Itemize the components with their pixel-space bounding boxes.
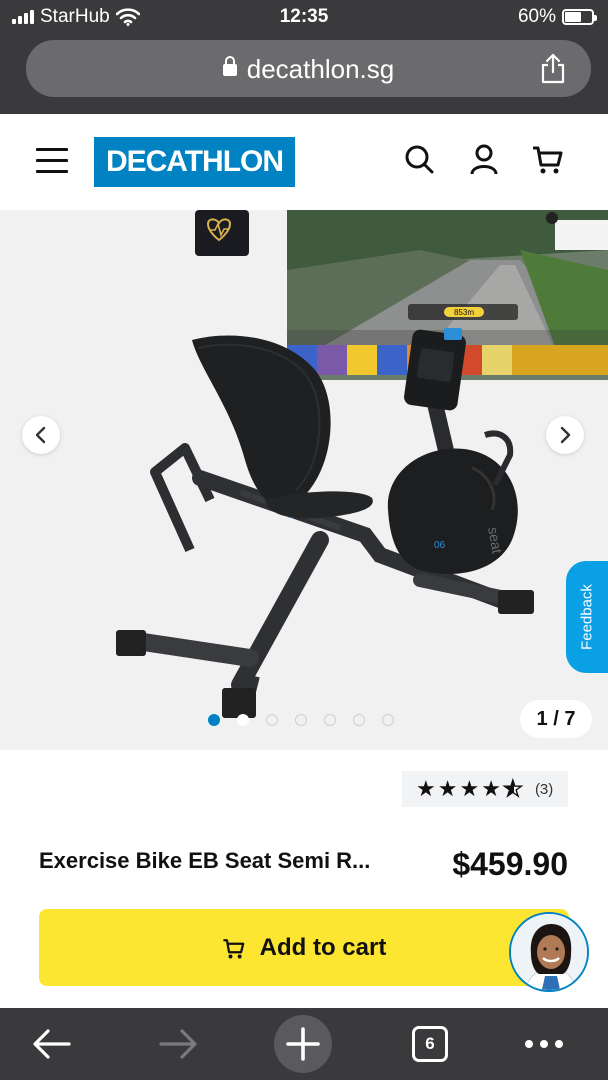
battery-icon: [562, 9, 597, 25]
assistant-portrait: [511, 914, 587, 990]
add-to-cart-label: Add to cart: [259, 933, 387, 961]
add-to-cart-button[interactable]: Add to cart: [39, 909, 569, 986]
more-options-button[interactable]: [518, 1020, 570, 1068]
cart-icon: [223, 938, 244, 958]
tabs-button[interactable]: 6: [408, 1020, 452, 1068]
screen-readout: 853m: [454, 308, 474, 317]
exercise-bike: 06 seat: [116, 328, 534, 718]
logo-text: DECATHLON: [105, 145, 284, 178]
search-icon[interactable]: [402, 142, 436, 176]
pagination-dot[interactable]: [237, 714, 249, 726]
chevron-left-icon: [35, 426, 46, 444]
status-bar: StarHub 12:35 60%: [0, 0, 608, 34]
gallery-prev-button[interactable]: [22, 416, 60, 454]
star-icon: ★: [416, 776, 436, 801]
url-display: decathlon.sg: [26, 54, 591, 85]
arrow-right-icon: [159, 1029, 197, 1059]
arrow-left-icon: [33, 1029, 71, 1059]
feedback-label: Feedback: [578, 584, 596, 650]
gallery-pagination: [208, 714, 394, 726]
decathlon-logo[interactable]: DECATHLON: [94, 137, 295, 187]
plus-icon: [286, 1027, 320, 1061]
cart-icon[interactable]: [531, 142, 565, 176]
lock-icon: [222, 56, 237, 76]
account-icon[interactable]: [467, 142, 501, 176]
product-title: Exercise Bike EB Seat Semi R...: [39, 848, 371, 873]
product-price: $459.90: [452, 846, 568, 882]
slide-counter: 1 / 7: [520, 700, 592, 738]
pagination-dot[interactable]: [295, 714, 307, 726]
product-gallery[interactable]: 853m 06 seat 1 / 7 Feedback: [0, 210, 608, 750]
site-header: DECATHLON: [0, 114, 608, 210]
share-icon[interactable]: [539, 52, 567, 84]
star-icon: ★: [437, 776, 458, 801]
console-label: 06: [434, 540, 446, 551]
more-icon: [525, 1040, 563, 1048]
chevron-right-icon: [560, 426, 571, 444]
product-image: 853m 06 seat: [116, 210, 608, 718]
url-text: decathlon.sg: [246, 54, 395, 84]
pagination-dot[interactable]: [353, 714, 365, 726]
back-button[interactable]: [28, 1020, 76, 1068]
url-bar[interactable]: decathlon.sg: [26, 40, 591, 97]
new-tab-button[interactable]: [274, 1015, 332, 1073]
menu-icon[interactable]: [36, 148, 68, 174]
heart-app-badge: [195, 210, 249, 256]
star-icon: ★: [481, 776, 501, 801]
feedback-button[interactable]: Feedback: [566, 561, 608, 673]
chat-assistant-avatar[interactable]: [509, 912, 589, 992]
browser-top-chrome: StarHub 12:35 60% decathlon.sg: [0, 0, 608, 114]
gallery-next-button[interactable]: [546, 416, 584, 454]
half-star-icon: ★ ★: [502, 776, 523, 801]
rating-summary[interactable]: ★ ★ ★ ★ ★ ★ (3): [402, 771, 568, 807]
pagination-dot[interactable]: [382, 714, 394, 726]
pagination-dot[interactable]: [266, 714, 278, 726]
browser-toolbar: 6: [0, 1008, 608, 1080]
tab-count: 6: [412, 1026, 448, 1062]
review-count: (3): [534, 780, 554, 798]
status-right: 60%: [517, 6, 597, 28]
status-time: 12:35: [279, 6, 329, 27]
pagination-dot[interactable]: [324, 714, 336, 726]
star-icon: ★: [459, 776, 480, 801]
forward-button[interactable]: [154, 1020, 202, 1068]
battery-percent: 60%: [517, 6, 556, 27]
pagination-dot[interactable]: [208, 714, 220, 726]
